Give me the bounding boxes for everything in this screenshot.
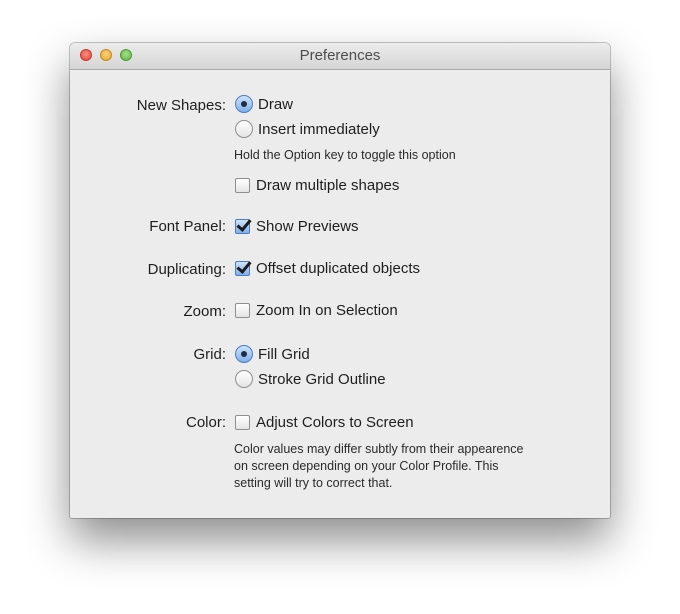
- window-title: Preferences: [299, 47, 381, 64]
- checkbox-zoom-in-on-selection[interactable]: Zoom In on Selection: [235, 302, 398, 319]
- color-label: Color:: [185, 414, 226, 431]
- new-shapes-label: New Shapes:: [136, 97, 226, 114]
- checkbox-offset-duplicated-objects[interactable]: Offset duplicated objects: [235, 260, 420, 277]
- checkbox-adjust-colors-to-screen-label[interactable]: Adjust Colors to Screen: [256, 414, 414, 431]
- checkbox-show-previews-label[interactable]: Show Previews: [256, 218, 359, 235]
- grid-label: Grid:: [193, 346, 226, 363]
- radio-insert-immediately-label[interactable]: Insert immediately: [258, 121, 380, 138]
- checkbox-draw-multiple-shapes-label[interactable]: Draw multiple shapes: [256, 177, 399, 194]
- checkbox-draw-multiple-shapes[interactable]: Draw multiple shapes: [235, 177, 399, 194]
- zoom-label: Zoom:: [183, 303, 226, 320]
- checkbox-zoom-in-on-selection-label[interactable]: Zoom In on Selection: [256, 302, 398, 319]
- radio-draw[interactable]: Draw: [235, 95, 293, 113]
- preferences-window: Preferences New Shapes: Draw Insert imme…: [70, 43, 610, 518]
- radio-insert-immediately[interactable]: Insert immediately: [235, 120, 380, 138]
- radio-fill-grid-label[interactable]: Fill Grid: [258, 346, 310, 363]
- radio-stroke-grid-outline-label[interactable]: Stroke Grid Outline: [258, 371, 386, 388]
- checkbox-offset-duplicated-objects-box[interactable]: [235, 261, 250, 276]
- checkbox-adjust-colors-to-screen-box[interactable]: [235, 415, 250, 430]
- color-profile-note-line: setting will try to correct that.: [234, 476, 393, 490]
- checkbox-zoom-in-on-selection-box[interactable]: [235, 303, 250, 318]
- radio-stroke-grid-outline-indicator[interactable]: [235, 370, 253, 388]
- title-bar[interactable]: Preferences: [70, 43, 610, 70]
- duplicating-label: Duplicating:: [147, 261, 226, 278]
- checkbox-offset-duplicated-objects-label[interactable]: Offset duplicated objects: [256, 260, 420, 277]
- checkbox-adjust-colors-to-screen[interactable]: Adjust Colors to Screen: [235, 414, 414, 431]
- checkbox-draw-multiple-shapes-box[interactable]: [235, 178, 250, 193]
- font-panel-label: Font Panel:: [149, 218, 226, 235]
- radio-draw-label[interactable]: Draw: [258, 96, 293, 113]
- radio-fill-grid[interactable]: Fill Grid: [235, 345, 310, 363]
- radio-draw-indicator[interactable]: [235, 95, 253, 113]
- color-profile-note: Color values may differ subtly from thei…: [234, 441, 524, 492]
- checkbox-show-previews-box[interactable]: [235, 219, 250, 234]
- radio-stroke-grid-outline[interactable]: Stroke Grid Outline: [235, 370, 386, 388]
- option-key-hint: Hold the Option key to toggle this optio…: [234, 148, 456, 162]
- checkbox-show-previews[interactable]: Show Previews: [235, 218, 359, 235]
- radio-fill-grid-indicator[interactable]: [235, 345, 253, 363]
- radio-insert-immediately-indicator[interactable]: [235, 120, 253, 138]
- color-profile-note-line: on screen depending on your Color Profil…: [234, 459, 499, 473]
- color-profile-note-line: Color values may differ subtly from thei…: [234, 442, 524, 456]
